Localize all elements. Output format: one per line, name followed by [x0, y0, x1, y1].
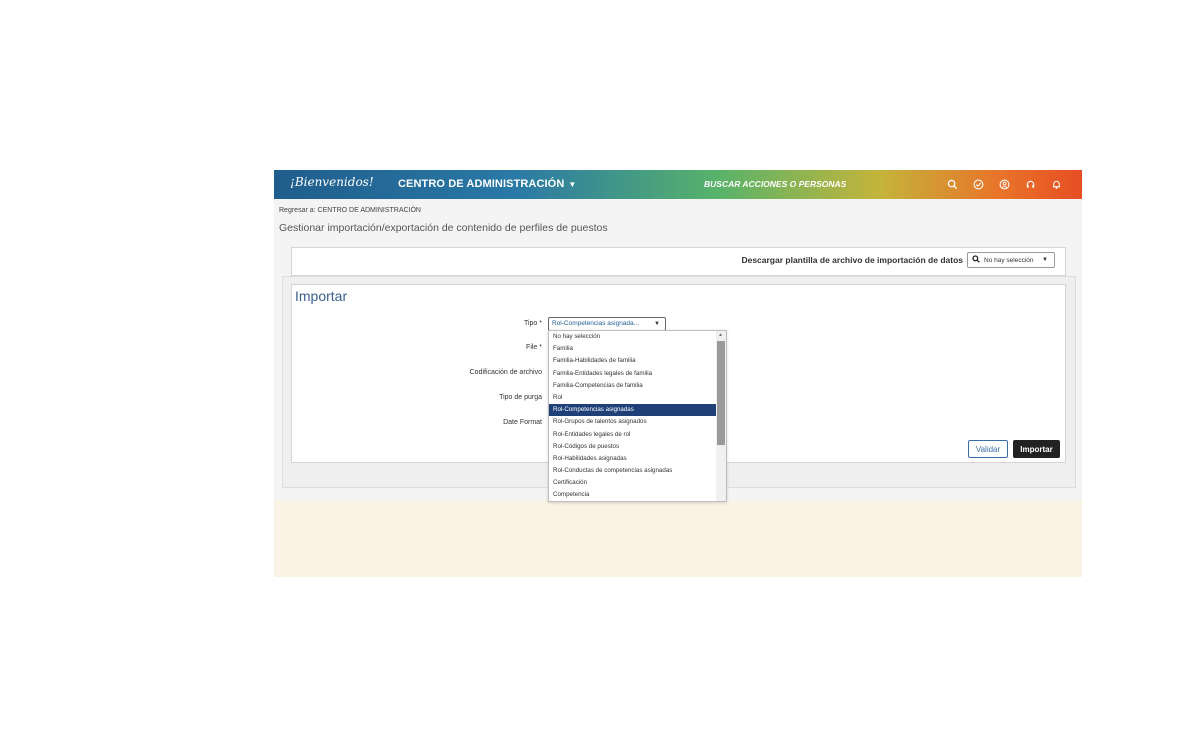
- dropdown-option[interactable]: Familia-Entidades legales de familia: [549, 368, 726, 380]
- encoding-label: Codificación de archivo: [469, 369, 542, 376]
- file-label: File *: [526, 344, 542, 351]
- header-icons: [944, 176, 1064, 192]
- help-person-icon[interactable]: [996, 176, 1012, 192]
- tipo-select-value: Rol-Competencias asignada...: [552, 320, 640, 327]
- date-format-label: Date Format: [503, 419, 542, 426]
- scroll-up-arrow-icon[interactable]: ▲: [718, 332, 723, 338]
- dropdown-option[interactable]: Rol-Competencias asignadas: [549, 404, 726, 417]
- import-panel-title: Importar: [295, 288, 348, 304]
- dropdown-option[interactable]: Certificación: [549, 477, 726, 489]
- download-template-select-value: No hay selección: [984, 256, 1034, 264]
- dropdown-option[interactable]: No hay selección: [549, 331, 726, 343]
- download-template-label: Descargar plantilla de archivo de import…: [741, 255, 963, 265]
- breadcrumb-link[interactable]: CENTRO DE ADMINISTRACIÓN: [318, 207, 421, 214]
- breadcrumb-prefix: Regresar a:: [279, 207, 318, 214]
- dropdown-option[interactable]: Rol-Códigos de puestos: [549, 441, 726, 453]
- check-circle-icon[interactable]: [970, 176, 986, 192]
- search-icon[interactable]: [944, 176, 960, 192]
- app-window: ¡Bienvenidos! CENTRO DE ADMINISTRACIÓN ▼ …: [274, 170, 1082, 577]
- search-icon: [972, 255, 980, 265]
- admin-center-menu[interactable]: CENTRO DE ADMINISTRACIÓN ▼: [398, 178, 576, 190]
- purge-type-label: Tipo de purga: [499, 394, 542, 401]
- breadcrumb: Regresar a: CENTRO DE ADMINISTRACIÓN: [279, 207, 421, 214]
- dropdown-options: No hay selección Familia Familia-Habilidad…: [549, 331, 726, 501]
- scrollbar-thumb[interactable]: [717, 341, 725, 445]
- tipo-dropdown-list[interactable]: No hay selección Familia Familia-Habilidad…: [548, 330, 727, 502]
- dropdown-option[interactable]: Rol-Habilidades asignadas: [549, 453, 726, 465]
- top-nav-bar: ¡Bienvenidos! CENTRO DE ADMINISTRACIÓN ▼ …: [274, 170, 1082, 199]
- import-button[interactable]: Importar: [1013, 440, 1060, 458]
- tipo-label: Tipo *: [523, 320, 542, 327]
- dropdown-scrollbar[interactable]: ▲: [716, 331, 726, 501]
- dropdown-option[interactable]: Rol-Conductas de competencias asignadas: [549, 465, 726, 477]
- search-actions-link[interactable]: BUSCAR ACCIONES O PERSONAS: [704, 179, 846, 189]
- validate-button[interactable]: Validar: [968, 440, 1008, 458]
- dropdown-option[interactable]: Rol: [549, 392, 726, 404]
- dropdown-option[interactable]: Rol-Entidades legales de rol: [549, 429, 726, 441]
- bell-icon[interactable]: [1048, 176, 1064, 192]
- headset-icon[interactable]: [1022, 176, 1038, 192]
- dropdown-option[interactable]: Rol-Grupos de talentos asignados: [549, 416, 726, 428]
- logo: ¡Bienvenidos!: [290, 175, 374, 189]
- chevron-down-icon: ▼: [568, 180, 577, 189]
- tipo-select[interactable]: Rol-Competencias asignada... ▼: [548, 317, 666, 331]
- dropdown-option[interactable]: Familia: [549, 343, 726, 355]
- dropdown-option[interactable]: Familia-Competencias de familia: [549, 380, 726, 392]
- page-title: Gestionar importación/exportación de con…: [279, 222, 608, 234]
- download-template-panel: Descargar plantilla de archivo de import…: [291, 247, 1066, 276]
- dropdown-option[interactable]: Familia-Habilidades de familia: [549, 355, 726, 367]
- admin-center-menu-label: CENTRO DE ADMINISTRACIÓN: [398, 178, 565, 190]
- footer-area: [274, 500, 1082, 577]
- chevron-down-icon: ▼: [1042, 257, 1048, 263]
- dropdown-option[interactable]: Competencia: [549, 489, 726, 501]
- chevron-down-icon: ▼: [654, 321, 660, 327]
- download-template-select[interactable]: No hay selección ▼: [967, 252, 1055, 268]
